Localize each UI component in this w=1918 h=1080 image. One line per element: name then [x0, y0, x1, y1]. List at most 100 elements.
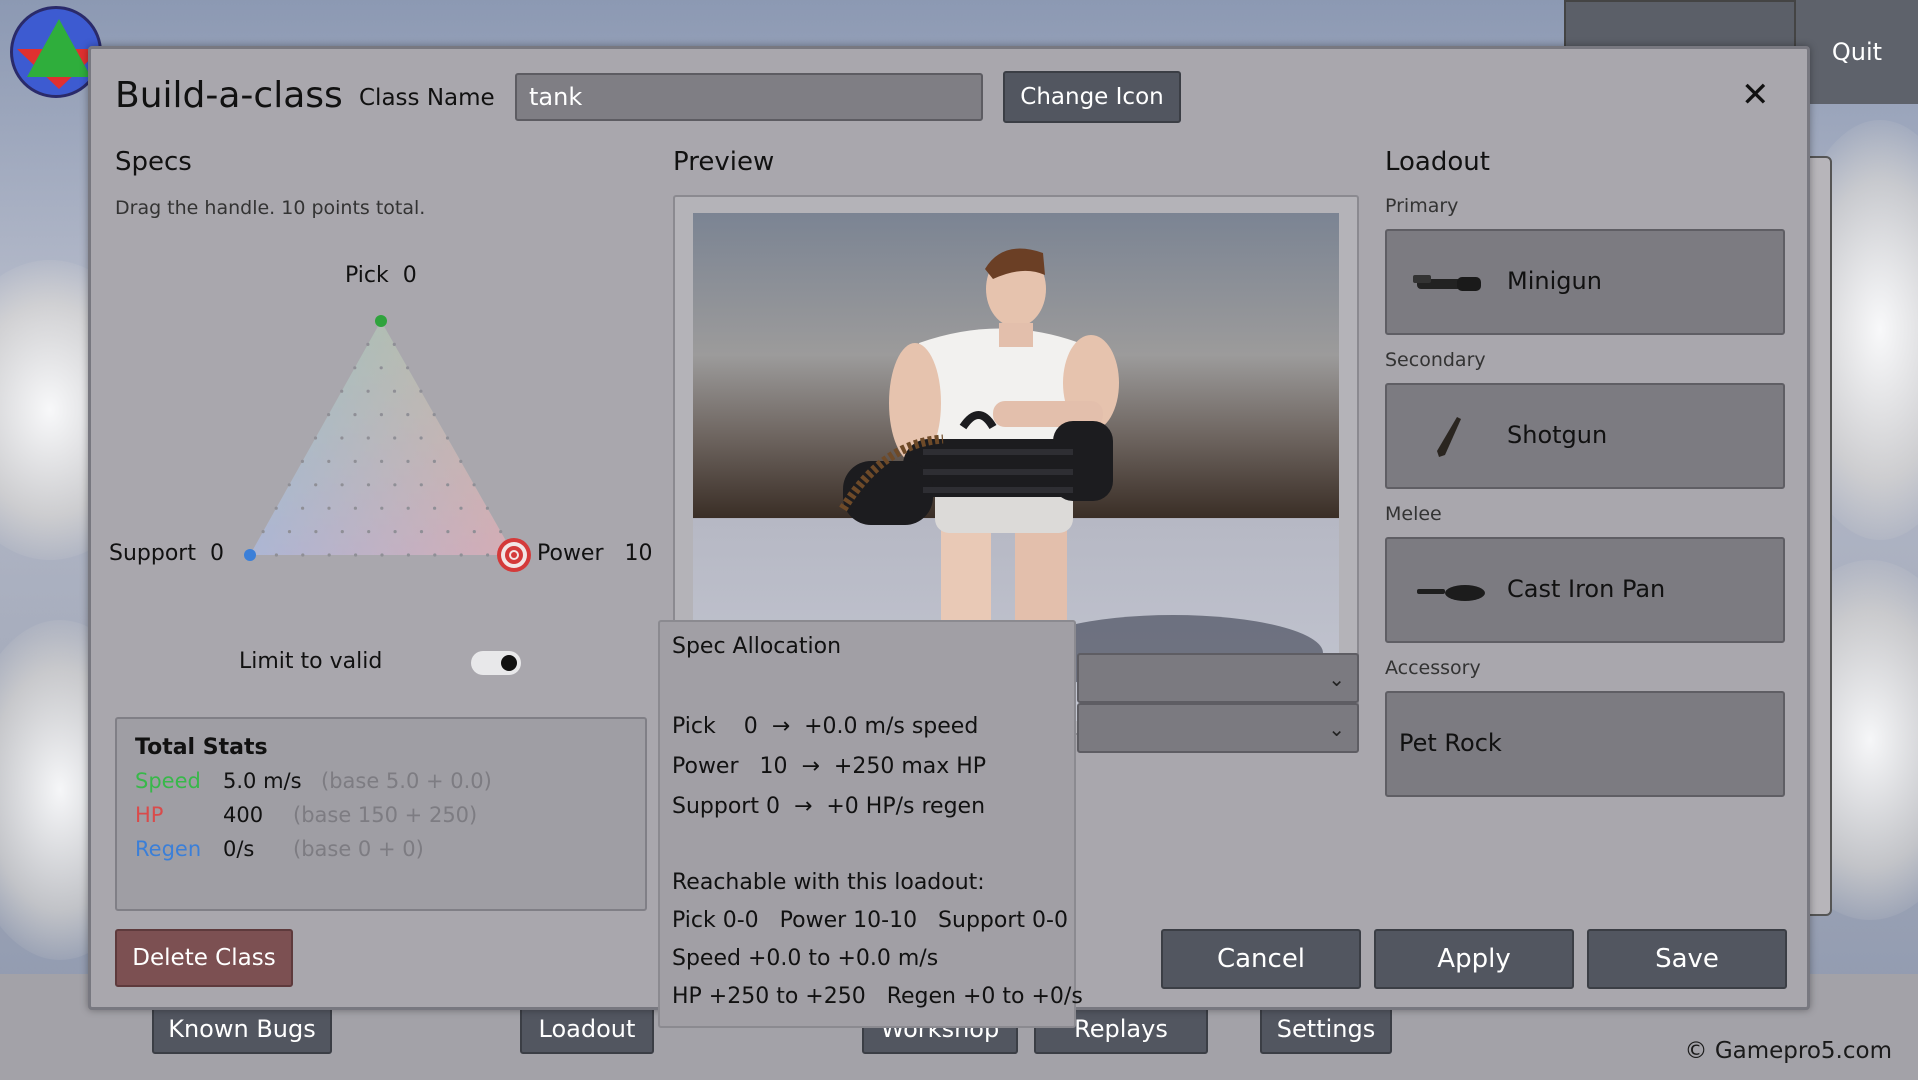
triangle-grid-dot [406, 553, 410, 557]
triangle-grid-dot [287, 530, 292, 534]
secondary-slot[interactable]: Shotgun [1385, 383, 1785, 489]
triangle-grid-dot [472, 530, 476, 534]
triangle-grid-dot [353, 366, 357, 370]
triangle-grid-dot [366, 342, 370, 346]
triangle-grid-dot [406, 459, 410, 463]
triangle-grid-dot [393, 530, 397, 534]
delete-class-button[interactable]: Delete Class [115, 929, 293, 987]
melee-slot[interactable]: Cast Iron Pan [1385, 537, 1785, 643]
save-button[interactable]: Save [1587, 929, 1787, 989]
stat-base: (base 0 + 0) [293, 837, 424, 861]
triangle-grid-dot [353, 413, 357, 417]
spec-triangle-tint [250, 321, 514, 555]
triangle-grid-dot [485, 506, 489, 510]
slot-item-name: Cast Iron Pan [1507, 575, 1666, 603]
triangle-grid-dot [340, 530, 344, 534]
limit-to-valid-toggle[interactable] [471, 651, 521, 675]
triangle-grid-dot [392, 389, 397, 393]
cancel-button[interactable]: Cancel [1161, 929, 1361, 989]
power-label: Power 10 [537, 541, 653, 566]
triangle-grid-dot [367, 530, 371, 534]
limit-to-valid-label: Limit to valid [239, 649, 383, 674]
triangle-grid-dot [433, 553, 437, 557]
triangle-grid-dot [301, 553, 305, 557]
tooltip-line: Reachable with this loadout: [672, 870, 985, 895]
tooltip-line: Speed +0.0 to +0.0 m/s [672, 946, 939, 971]
loadout-nav-button[interactable]: Loadout [520, 1004, 654, 1054]
triangle-grid-dot [353, 506, 357, 510]
triangle-grid-dot [327, 459, 331, 463]
triangle-grid-dot [419, 483, 423, 487]
triangle-grid-dot [393, 436, 397, 440]
triangle-grid-dot [274, 553, 278, 557]
stat-row-regen: Regen 0/s (base 0 + 0) [135, 837, 424, 861]
total-stats-title: Total Stats [135, 735, 268, 760]
triangle-grid-dot [432, 459, 436, 463]
triangle-grid-dot [314, 530, 318, 534]
secondary-slot-label: Secondary [1385, 349, 1486, 371]
settings-nav-button[interactable]: Settings [1260, 1004, 1392, 1054]
stat-base: (base 150 + 250) [293, 803, 478, 827]
triangle-grid-dot [340, 436, 344, 440]
stat-row-hp: HP 400 (base 150 + 250) [135, 803, 477, 827]
primary-slot[interactable]: Minigun [1385, 229, 1785, 335]
tooltip-line: Support 0 → +0 HP/s regen [672, 794, 986, 819]
triangle-grid-dot [274, 506, 278, 510]
accessory-slot-label: Accessory [1385, 657, 1481, 679]
triangle-grid-dot [406, 366, 410, 370]
triangle-grid-dot [380, 459, 384, 463]
pick-vertex-dot [375, 315, 387, 327]
change-icon-button[interactable]: Change Icon [1003, 71, 1181, 123]
triangle-grid-dot [353, 459, 357, 463]
triangle-grid-dot [486, 553, 490, 557]
triangle-grid-dot [406, 413, 410, 417]
minigun-icon [1413, 275, 1481, 291]
triangle-grid-dot [313, 436, 318, 440]
stat-name: Regen [135, 837, 202, 861]
pick-label: Pick 0 [345, 263, 417, 288]
shotgun-icon [1437, 417, 1461, 457]
slot-item-name: Pet Rock [1399, 729, 1502, 757]
spec-allocation-tooltip: Spec Allocation Pick 0 → +0.0 m/s speed … [658, 620, 1083, 1028]
close-icon[interactable]: ✕ [1741, 75, 1770, 115]
triangle-grid-dot [300, 459, 304, 463]
tooltip-title: Spec Allocation [672, 634, 842, 659]
copyright: © Gamepro5.com [1684, 1038, 1892, 1064]
slot-item-name: Minigun [1507, 267, 1602, 295]
stat-value: 0/s [223, 837, 255, 861]
triangle-grid-dot [354, 553, 358, 557]
triangle-grid-dot [393, 483, 397, 487]
triangle-grid-dot [459, 506, 463, 510]
triangle-grid-dot [392, 342, 396, 346]
chevron-down-icon: ⌄ [1328, 667, 1345, 691]
triangle-grid-dot [419, 530, 424, 534]
support-vertex-dot [244, 549, 256, 561]
triangle-grid-dot [379, 413, 383, 417]
known-bugs-button[interactable]: Known Bugs [152, 1004, 332, 1054]
triangle-grid-dot [380, 553, 384, 557]
stat-value: 5.0 m/s [223, 769, 302, 793]
accessory-slot[interactable]: Pet Rock [1385, 691, 1785, 797]
triangle-grid-dot [459, 553, 463, 557]
triangle-grid-dot [327, 413, 331, 417]
tooltip-line: Pick 0 → +0.0 m/s speed [672, 714, 979, 739]
triangle-grid-dot [327, 553, 331, 557]
triangle-grid-dot [433, 506, 437, 510]
support-label: Support 0 [109, 541, 224, 566]
apply-button[interactable]: Apply [1374, 929, 1574, 989]
quit-button[interactable]: Quit [1796, 0, 1918, 104]
chevron-down-icon: ⌄ [1328, 717, 1345, 741]
stat-name: HP [135, 803, 164, 827]
total-stats-panel: Total Stats Speed 5.0 m/s (base 5.0 + 0.0… [115, 717, 647, 911]
triangle-grid-dot [472, 483, 476, 487]
stat-name: Speed [135, 769, 201, 793]
preview-dropdown-2[interactable]: ⌄ [1077, 703, 1359, 753]
preview-dropdown-1[interactable]: ⌄ [1077, 653, 1359, 703]
triangle-grid-dot [499, 530, 503, 534]
triangle-grid-dot [446, 483, 450, 487]
tooltip-line: Power 10 → +250 max HP [672, 754, 987, 779]
tooltip-line: HP +250 to +250 Regen +0 to +0/s [672, 984, 1083, 1009]
spec-handle[interactable] [497, 538, 531, 572]
triangle-grid-dot [340, 389, 344, 393]
loadout-heading: Loadout [1385, 147, 1490, 177]
